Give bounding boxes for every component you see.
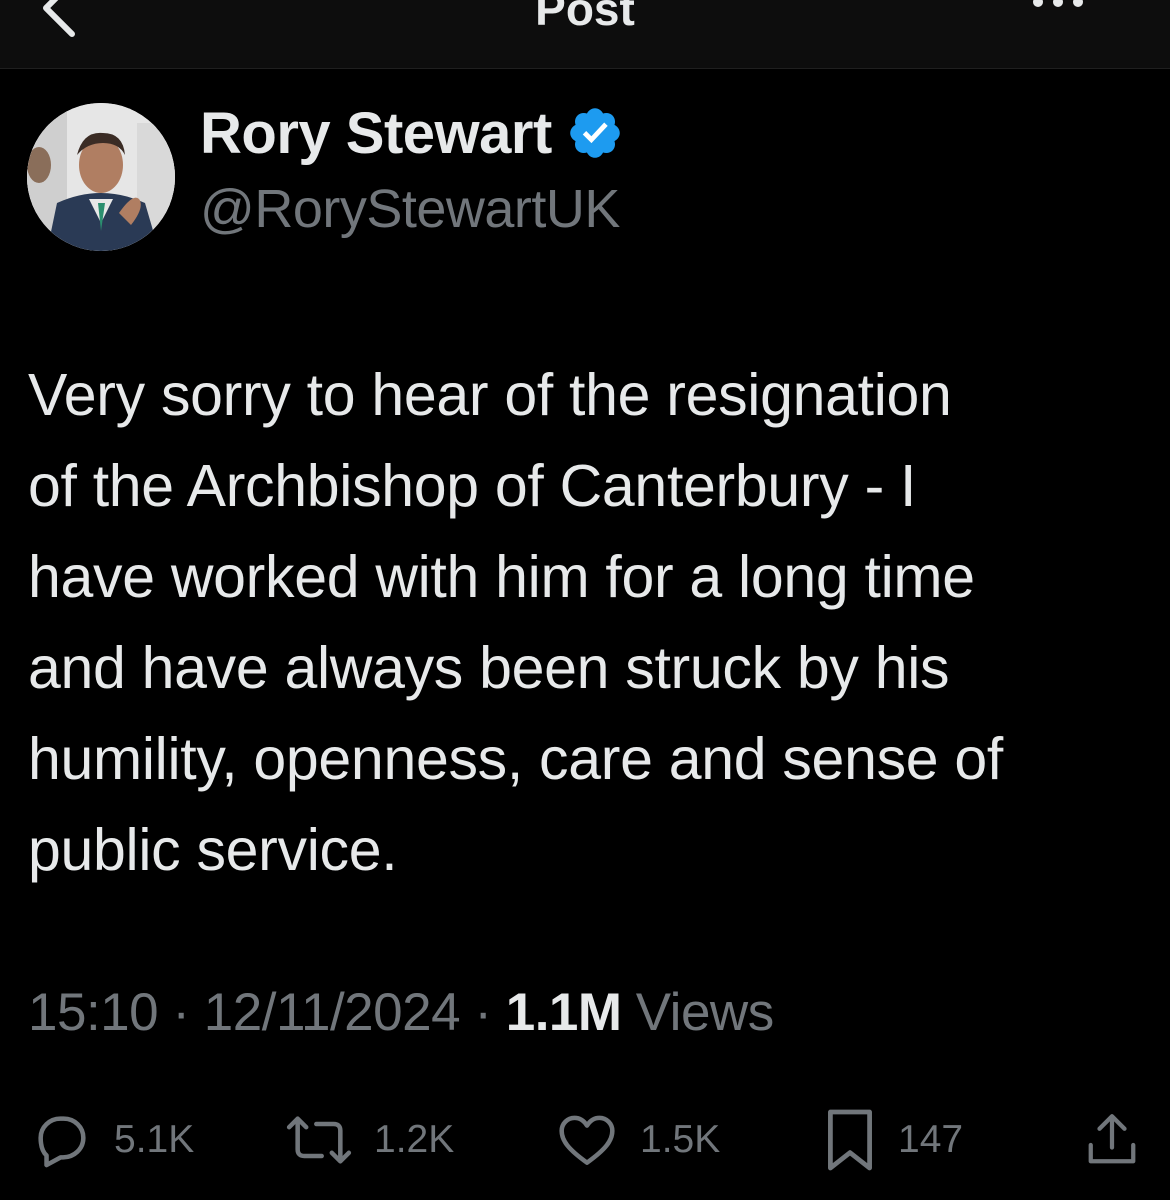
tweet-meta: 15:10 · 12/11/2024 · 1.1M Views [28, 982, 774, 1043]
author-handle[interactable]: @RoryStewartUK [200, 178, 620, 240]
more-horizontal-icon[interactable] [1028, 0, 1088, 20]
share-button[interactable] [1082, 1100, 1142, 1180]
action-bar: 5.1K 1.2K 1.5K 147 [0, 1100, 1170, 1180]
tweet-line: and have always been struck by his [28, 635, 950, 701]
page-title: Post [535, 0, 635, 35]
repost-button[interactable]: 1.2K [284, 1100, 454, 1180]
views-count[interactable]: 1.1M [506, 983, 622, 1042]
tweet-text: Very sorry to hear of the resignation of… [28, 350, 1153, 896]
bookmark-count: 147 [898, 1118, 964, 1161]
repost-count: 1.2K [374, 1118, 455, 1161]
reply-count: 5.1K [114, 1118, 195, 1161]
avatar-photo [27, 103, 175, 251]
avatar[interactable] [27, 103, 175, 251]
tweet-time[interactable]: 15:10 [28, 983, 159, 1042]
tweet-line: of the Archbishop of Canterbury - I [28, 453, 917, 519]
like-button[interactable]: 1.5K [554, 1100, 720, 1180]
author-display-name[interactable]: Rory Stewart [200, 100, 552, 167]
like-count: 1.5K [640, 1118, 721, 1161]
bookmark-icon [828, 1109, 872, 1171]
tweet-line: public service. [28, 817, 398, 883]
repost-icon [286, 1116, 352, 1164]
author-name-row[interactable]: Rory Stewart [200, 100, 624, 166]
meta-separator: · [172, 983, 190, 1042]
views-label[interactable]: Views [636, 983, 774, 1042]
tweet-line: have worked with him for a long time [28, 544, 975, 610]
tweet-line: humility, openness, care and sense of [28, 726, 1003, 792]
reply-button[interactable]: 5.1K [30, 1100, 194, 1180]
heart-icon [559, 1115, 615, 1165]
meta-separator: · [474, 983, 492, 1042]
bookmark-button[interactable]: 147 [822, 1100, 963, 1180]
share-icon [1088, 1114, 1136, 1164]
reply-icon [38, 1116, 86, 1168]
top-bar: Post [0, 0, 1170, 69]
tweet-line: Very sorry to hear of the resignation [28, 362, 952, 428]
verified-badge-icon [570, 108, 620, 158]
tweet-date[interactable]: 12/11/2024 [204, 983, 461, 1042]
